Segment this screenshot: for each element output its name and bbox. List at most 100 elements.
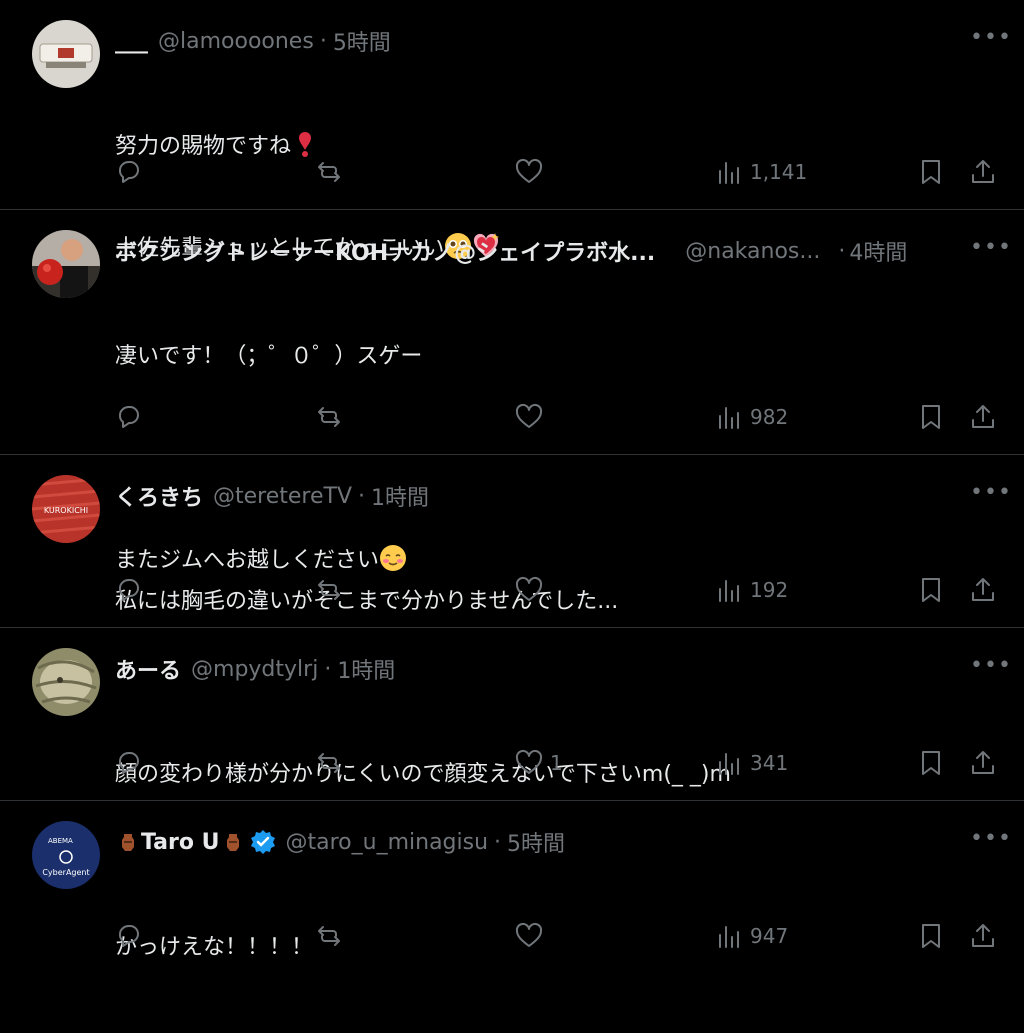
repost-button[interactable] [314, 743, 350, 783]
more-icon[interactable]: ••• [970, 482, 1011, 504]
like-button[interactable] [514, 916, 550, 956]
bookmark-button[interactable] [916, 152, 946, 192]
repost-button[interactable] [314, 152, 350, 192]
views-icon [719, 926, 739, 948]
reply-button[interactable] [114, 397, 150, 437]
reply-post[interactable]: あーる @mpydtylrj · 1時間 ••• 顔の変わり様が分かりにくいので… [0, 627, 1024, 800]
repost-button[interactable] [314, 570, 350, 610]
user-handle[interactable]: @teretereTV [213, 484, 352, 509]
bookmark-button[interactable] [916, 743, 946, 783]
timestamp[interactable]: 1時間 [371, 480, 429, 512]
bookmark-icon [922, 160, 940, 184]
separator-dot: · [838, 238, 846, 264]
bookmark-button[interactable] [916, 397, 946, 437]
avatar[interactable]: ABEMA CyberAgent [32, 821, 100, 889]
reply-post[interactable]: KUROKICHI くろきち @teretereTV · 1時間 ••• 私には… [0, 454, 1024, 627]
more-icon[interactable]: ••• [970, 655, 1011, 677]
display-name[interactable]: ___ [115, 29, 148, 54]
like-icon [515, 576, 543, 601]
user-handle[interactable]: @nakanos... [685, 239, 820, 264]
post-actions: 982 [0, 397, 1024, 437]
avatar-image: KUROKICHI [32, 475, 100, 543]
share-icon [972, 405, 994, 428]
share-button[interactable] [968, 397, 998, 437]
share-icon [972, 160, 994, 183]
bookmark-button[interactable] [916, 570, 946, 610]
bookmark-icon [922, 924, 940, 948]
avatar[interactable] [32, 648, 100, 716]
post-actions: 192 [0, 570, 1024, 610]
views-icon [719, 580, 739, 602]
reply-button[interactable] [114, 152, 150, 192]
views-button[interactable]: 192 [714, 570, 788, 610]
share-icon [972, 924, 994, 947]
avatar[interactable] [32, 230, 100, 298]
share-button[interactable] [968, 152, 998, 192]
separator-dot: · [319, 28, 327, 54]
reply-icon [118, 161, 139, 183]
share-button[interactable] [968, 743, 998, 783]
reply-post[interactable]: ___ @lamoooones · 5時間 ••• 努力の賜物ですね 土佐先輩シ… [0, 0, 1024, 261]
avatar[interactable] [32, 20, 100, 88]
timestamp[interactable]: 4時間 [849, 235, 907, 267]
timestamp[interactable]: 5時間 [507, 826, 565, 858]
user-handle[interactable]: @mpydtylrj [191, 657, 318, 682]
like-count: 1 [550, 751, 563, 775]
display-name[interactable]: あーる [115, 653, 181, 685]
repost-button[interactable] [314, 916, 350, 956]
share-button[interactable] [968, 570, 998, 610]
user-handle[interactable]: @lamoooones [158, 29, 314, 54]
reply-post[interactable]: ABEMA CyberAgent Taro U @taro_u_minagisu… [0, 800, 1024, 966]
bookmark-icon [922, 751, 940, 775]
verified-badge-icon[interactable] [250, 829, 276, 855]
repost-icon [318, 162, 340, 182]
views-count: 192 [750, 578, 789, 602]
reply-post[interactable]: ボクシングトレーナーKOHナカノ@シェイプラボ水... @nakanos... … [0, 209, 1024, 573]
separator-dot: · [324, 656, 332, 682]
like-icon [515, 749, 543, 774]
reply-button[interactable] [114, 743, 150, 783]
like-button[interactable] [514, 152, 550, 192]
avatar-text: KUROKICHI [44, 506, 88, 515]
like-icon [515, 403, 543, 428]
timestamp[interactable]: 5時間 [333, 25, 391, 57]
views-icon [719, 162, 739, 184]
like-icon [515, 922, 543, 947]
more-icon[interactable]: ••• [970, 828, 1011, 850]
more-icon[interactable]: ••• [970, 27, 1011, 49]
reply-icon [118, 752, 139, 774]
views-count: 1,141 [750, 160, 808, 184]
reply-button[interactable] [114, 916, 150, 956]
views-button[interactable]: 947 [714, 916, 788, 956]
like-button[interactable]: 1 [514, 743, 563, 783]
views-button[interactable]: 341 [714, 743, 788, 783]
vase-icon [226, 834, 239, 851]
bookmark-button[interactable] [916, 916, 946, 956]
like-button[interactable] [514, 397, 550, 437]
avatar-text: CyberAgent [42, 868, 89, 877]
views-count: 982 [750, 405, 789, 429]
user-handle[interactable]: @taro_u_minagisu [286, 830, 489, 855]
repost-button[interactable] [314, 397, 350, 437]
repost-icon [318, 407, 340, 427]
display-name[interactable]: くろきち [115, 480, 203, 512]
views-button[interactable]: 1,141 [714, 152, 807, 192]
views-count: 947 [750, 924, 789, 948]
post-actions: 947 [0, 916, 1024, 956]
views-button[interactable]: 982 [714, 397, 788, 437]
post-header: ボクシングトレーナーKOHナカノ@シェイプラボ水... @nakanos... … [115, 235, 964, 267]
reply-icon [118, 579, 139, 601]
display-name[interactable]: Taro U [141, 830, 220, 855]
post-header: ___ @lamoooones · 5時間 [115, 25, 964, 57]
more-icon[interactable]: ••• [970, 237, 1011, 259]
post-header: あーる @mpydtylrj · 1時間 [115, 653, 964, 685]
post-line: 凄いです！（；゜０゜）スゲー [115, 344, 423, 369]
post-actions: 1 341 [0, 743, 1024, 783]
timestamp[interactable]: 1時間 [337, 653, 395, 685]
reply-button[interactable] [114, 570, 150, 610]
like-button[interactable] [514, 570, 550, 610]
separator-dot: · [358, 483, 366, 509]
share-button[interactable] [968, 916, 998, 956]
display-name[interactable]: ボクシングトレーナーKOHナカノ@シェイプラボ水... [115, 235, 655, 267]
avatar[interactable]: KUROKICHI [32, 475, 100, 543]
